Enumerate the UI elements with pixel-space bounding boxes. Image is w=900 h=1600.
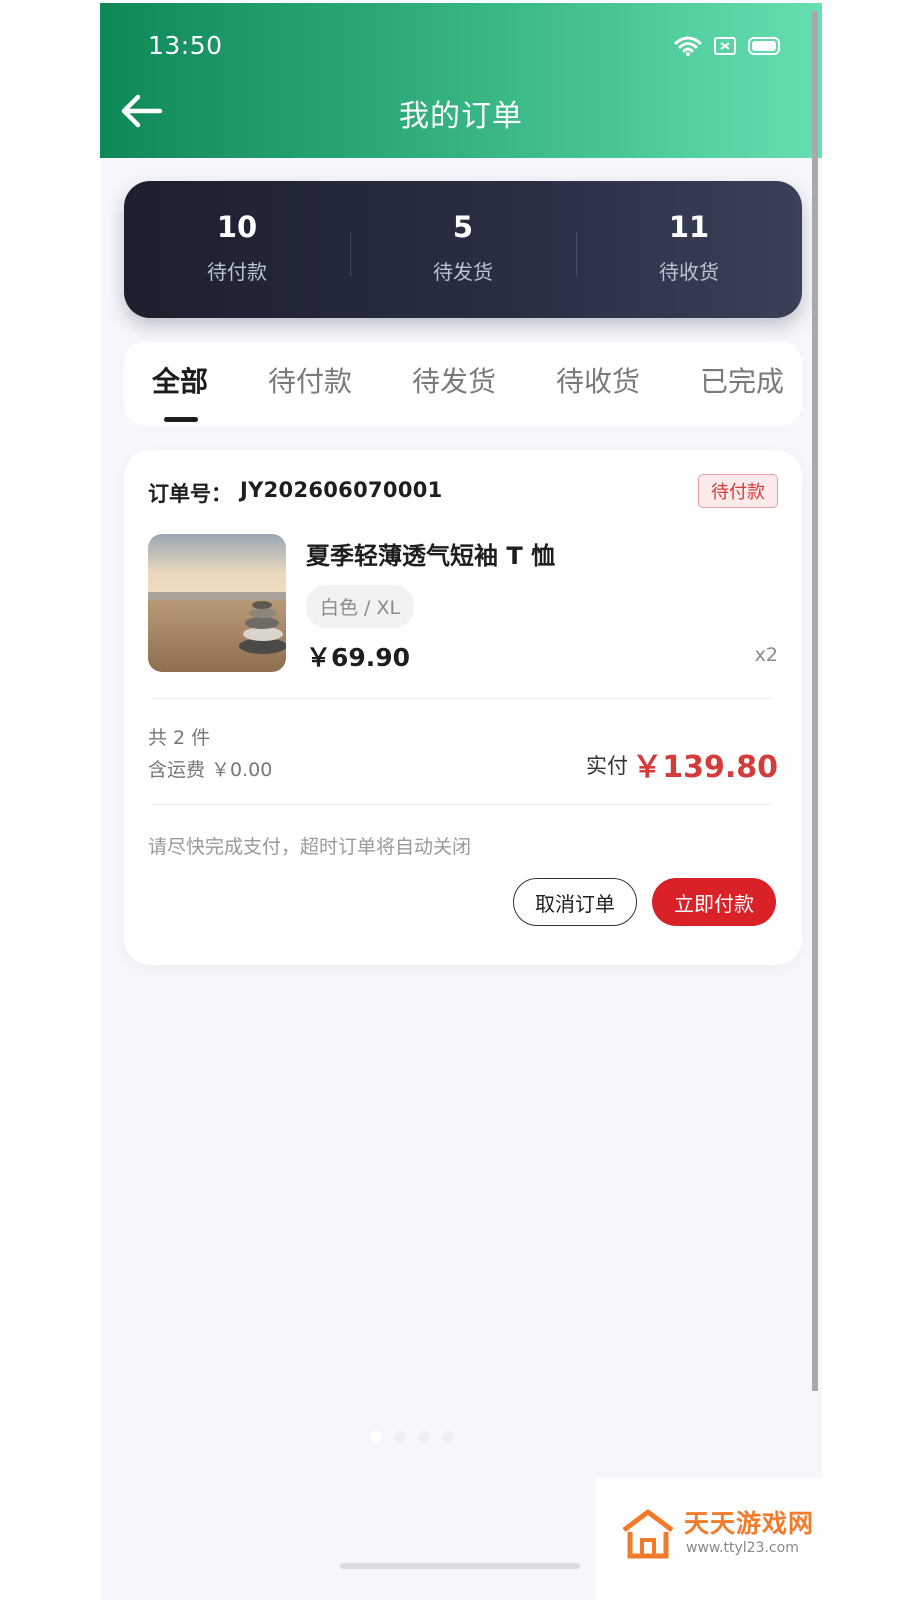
page-dot (418, 1431, 430, 1443)
status-icons (674, 35, 782, 57)
summary-pending-payment[interactable]: 10 待付款 (124, 210, 350, 285)
order-number-label: 订单号： (148, 482, 232, 506)
product-thumbnail[interactable] (148, 534, 286, 672)
scrollbar[interactable] (812, 11, 818, 1391)
product-variant: 白色 / XL (306, 585, 415, 628)
tab-pending-receipt[interactable]: 待收货 (556, 360, 640, 400)
page-title: 我的订单 (399, 99, 523, 134)
tab-completed[interactable]: 已完成 (700, 360, 784, 400)
stat-count: 11 (668, 210, 710, 244)
product-price: ￥69.90 (306, 643, 411, 672)
payment-tip: 请尽快完成支付，超时订单将自动关闭 (148, 836, 472, 858)
app-header: 13:50 我的订单 (100, 3, 822, 158)
stat-count: 5 (452, 210, 474, 244)
active-tab-indicator (164, 417, 198, 422)
paid-amount: ￥139.80 (632, 750, 778, 785)
watermark-url: www.ttyl23.com (686, 1540, 799, 1556)
house-logo-icon (622, 1509, 674, 1559)
order-summary-panel: 10 待付款 5 待发货 11 待收货 (124, 181, 802, 318)
battery-icon (748, 37, 780, 55)
divider (152, 804, 772, 805)
page-dot (370, 1431, 382, 1443)
watermark-name: 天天游戏网 (684, 1509, 815, 1538)
wifi-icon (674, 36, 702, 56)
product-name[interactable]: 夏季轻薄透气短袖 T 恤 (306, 536, 555, 571)
divider (152, 698, 772, 699)
stat-label: 待收货 (659, 260, 719, 284)
stat-label: 待发货 (433, 260, 493, 284)
order-card[interactable]: 订单号： JY202606070001 待付款 夏季轻薄透气短袖 T 恤 白色 … (124, 450, 802, 965)
site-watermark: 天天游戏网 www.ttyl23.com (596, 1478, 822, 1600)
stat-count: 10 (216, 210, 258, 244)
sim-icon (714, 37, 736, 55)
status-badge: 待付款 (698, 474, 778, 508)
home-indicator[interactable] (340, 1563, 580, 1569)
total-items: 共 2 件 (148, 727, 211, 749)
stacked-stones-image (148, 534, 286, 672)
phone-screen: 13:50 我的订单 10 待付款 5 待发货 11 待收货 全部 待付款 待发… (100, 3, 822, 1600)
tab-pending-shipment[interactable]: 待发货 (412, 360, 496, 400)
pay-now-button[interactable]: 立即付款 (652, 878, 776, 926)
tab-pending-payment[interactable]: 待付款 (268, 360, 352, 400)
page-indicator (370, 1431, 454, 1443)
page-dot (442, 1431, 454, 1443)
page-dot (394, 1431, 406, 1443)
status-time: 13:50 (148, 31, 223, 60)
shipping-fee: 含运费 ￥0.00 (148, 759, 273, 781)
stat-label: 待付款 (207, 260, 267, 284)
summary-pending-receipt[interactable]: 11 待收货 (576, 210, 802, 285)
summary-pending-shipment[interactable]: 5 待发货 (350, 210, 576, 285)
order-tabs: 全部 待付款 待发货 待收货 已完成 (124, 342, 802, 426)
product-quantity: x2 (754, 644, 778, 666)
order-number: JY202606070001 (240, 478, 443, 502)
paid-label: 实付 (586, 754, 628, 778)
tab-all[interactable]: 全部 (152, 360, 208, 400)
cancel-order-button[interactable]: 取消订单 (513, 878, 637, 926)
